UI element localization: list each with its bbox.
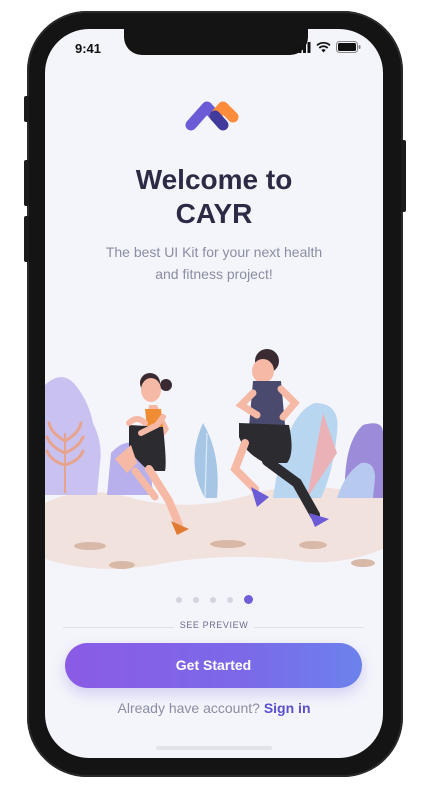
phone-volume-down <box>24 216 29 262</box>
app-screen: 9:41 Welcome to CAYR The best UI Kit for… <box>45 29 383 758</box>
see-preview-link[interactable]: SEE PREVIEW <box>174 620 254 630</box>
subtitle-line2: and fitness project! <box>155 266 273 282</box>
page-dot[interactable] <box>209 596 216 603</box>
running-couple-illustration <box>45 349 383 569</box>
phone-volume-up <box>24 160 29 206</box>
page-indicator <box>45 595 383 604</box>
page-dot[interactable] <box>226 596 233 603</box>
phone-power-button <box>401 140 406 212</box>
subtitle-line1: The best UI Kit for your next health <box>105 244 323 260</box>
signin-row: Already have account? Sign in <box>45 700 383 716</box>
home-indicator[interactable] <box>156 746 272 750</box>
status-time: 9:41 <box>75 41 102 56</box>
welcome-title-line2: CAYR <box>175 198 253 229</box>
signin-prompt: Already have account? <box>117 700 260 716</box>
wifi-icon <box>316 41 331 52</box>
phone-notch <box>124 29 308 55</box>
page-dot-active[interactable] <box>243 595 253 604</box>
sign-in-link[interactable]: Sign in <box>264 700 311 716</box>
battery-icon <box>336 41 361 53</box>
phone-mute-switch <box>24 96 29 122</box>
welcome-title-line1: Welcome to <box>135 164 293 195</box>
signal-icon <box>294 41 311 53</box>
page-dot[interactable] <box>175 596 182 603</box>
status-icons <box>294 41 361 53</box>
get-started-button[interactable]: Get Started <box>65 643 362 688</box>
page-dot[interactable] <box>192 596 199 603</box>
cayr-logo-icon <box>185 101 239 131</box>
